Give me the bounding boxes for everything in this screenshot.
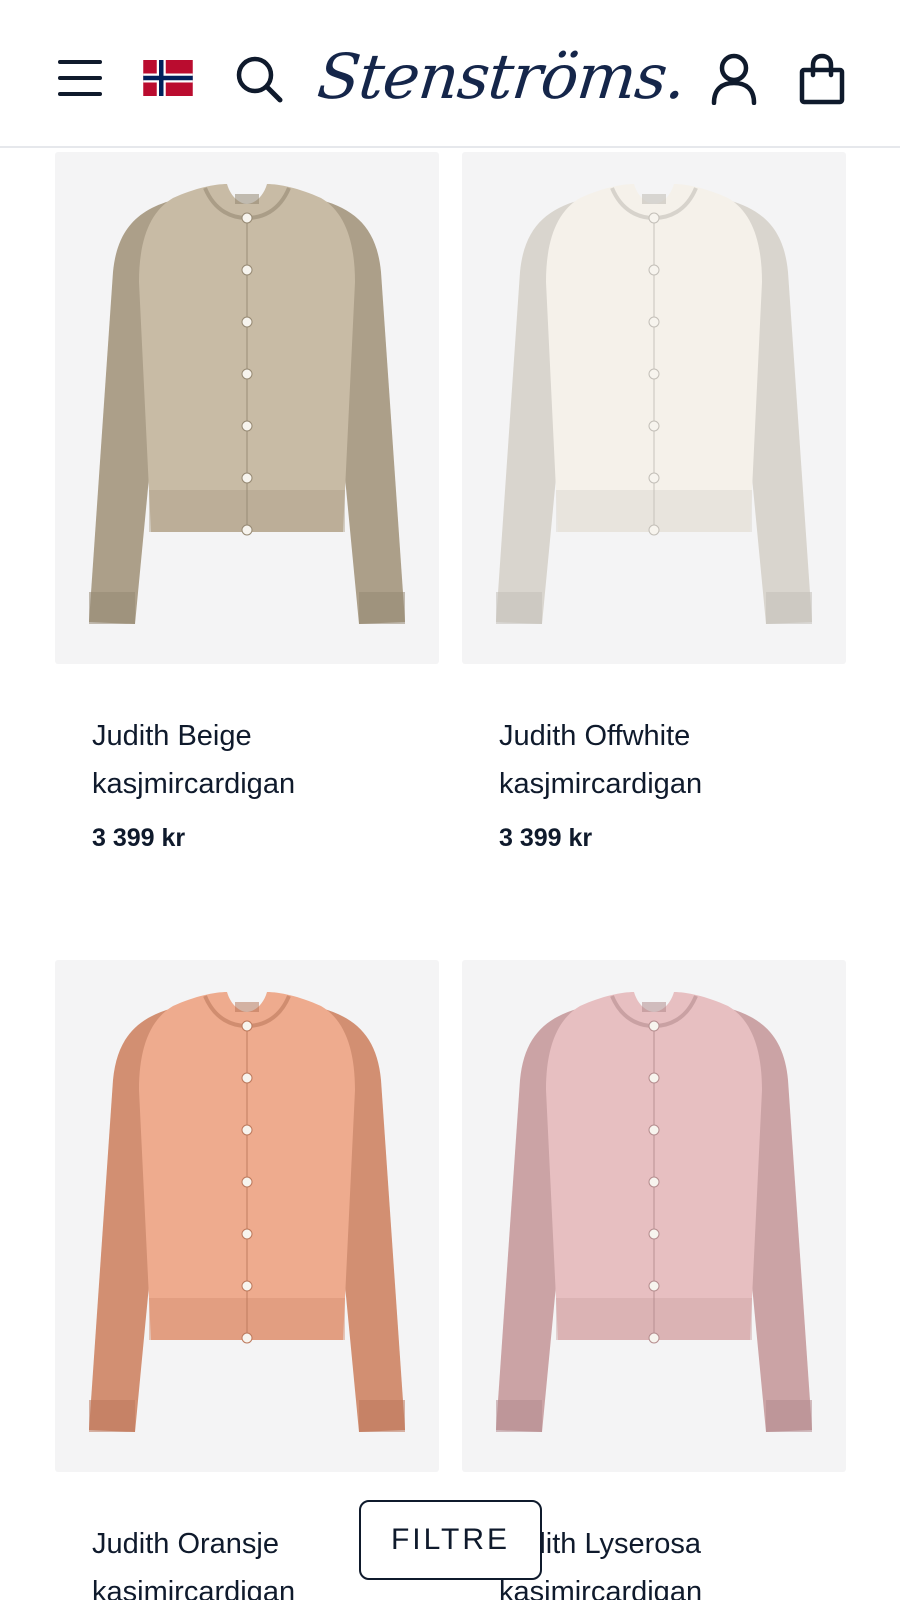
right-cuff: [766, 1400, 812, 1432]
product-price: 3 399 kr: [499, 824, 593, 852]
cardigan-button: [241, 1176, 253, 1188]
neck-label: [642, 194, 666, 204]
norway-flag-icon[interactable]: [140, 58, 196, 98]
cardigan-button: [241, 1280, 253, 1292]
product-image[interactable]: [55, 152, 439, 664]
left-cuff: [89, 1400, 135, 1432]
brand-logo[interactable]: Stenströms.: [313, 26, 689, 126]
search-icon[interactable]: [228, 48, 290, 110]
cardigan-button: [648, 1176, 660, 1188]
cardigan-button: [241, 316, 253, 328]
cardigan-button: [648, 264, 660, 276]
cardigan-button: [241, 212, 253, 224]
cardigan-illustration: [496, 184, 812, 624]
user-icon[interactable]: [702, 46, 766, 112]
cardigan-button: [648, 420, 660, 432]
product-title[interactable]: Judith Offwhite kasjmircardigan: [499, 712, 829, 808]
cardigan-button: [241, 472, 253, 484]
neck-label: [642, 1002, 666, 1012]
product-title[interactable]: Judith Lyserosa kasjmircardigan: [499, 1520, 829, 1600]
product-title[interactable]: Judith Beige kasjmircardigan: [92, 712, 422, 808]
shopping-bag-icon[interactable]: [790, 46, 854, 112]
cardigan-button: [241, 1228, 253, 1240]
cardigan-button: [241, 1332, 253, 1344]
left-cuff: [89, 592, 135, 624]
left-cuff: [496, 592, 542, 624]
left-cuff: [496, 1400, 542, 1432]
right-cuff: [766, 592, 812, 624]
cardigan-button: [648, 1228, 660, 1240]
cardigan-button: [241, 1020, 253, 1032]
neck-label: [235, 1002, 259, 1012]
cardigan-button: [241, 1124, 253, 1136]
cardigan-button: [648, 472, 660, 484]
cardigan-button: [241, 368, 253, 380]
cardigan-button: [241, 264, 253, 276]
right-cuff: [359, 1400, 405, 1432]
right-cuff: [359, 592, 405, 624]
cardigan-button: [648, 1072, 660, 1084]
product-price: 3 399 kr: [92, 824, 186, 852]
cardigan-button: [241, 1072, 253, 1084]
menu-icon[interactable]: [50, 48, 110, 108]
cardigan-button: [648, 368, 660, 380]
cardigan-button: [241, 524, 253, 536]
cardigan-illustration: [496, 992, 812, 1432]
cardigan-illustration: [89, 992, 405, 1432]
cardigan-button: [648, 1020, 660, 1032]
cardigan-button: [648, 212, 660, 224]
cardigan-button: [648, 316, 660, 328]
cardigan-button: [648, 1124, 660, 1136]
cardigan-button: [648, 1280, 660, 1292]
cardigan-button: [648, 1332, 660, 1344]
cardigan-illustration: [89, 184, 405, 624]
product-image[interactable]: [462, 960, 846, 1472]
cardigan-button: [241, 420, 253, 432]
filter-button[interactable]: FILTRE: [359, 1500, 542, 1580]
product-image[interactable]: [462, 152, 846, 664]
neck-label: [235, 194, 259, 204]
site-header: Stenströms.: [0, 0, 900, 148]
product-image[interactable]: [55, 960, 439, 1472]
cardigan-button: [648, 524, 660, 536]
